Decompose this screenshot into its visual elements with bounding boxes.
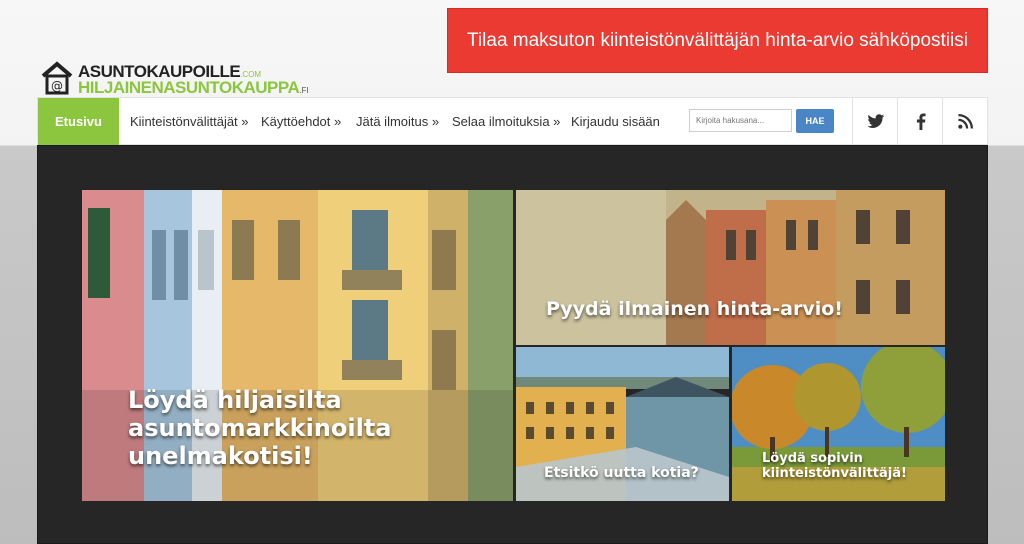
svg-text:@: @ bbox=[51, 79, 63, 93]
rss-icon bbox=[958, 114, 973, 129]
rss-link[interactable] bbox=[942, 98, 988, 145]
nav-item-terms[interactable]: Käyttöehdot » bbox=[261, 98, 341, 145]
search-button[interactable]: HAE bbox=[796, 109, 834, 133]
facebook-icon bbox=[916, 113, 926, 130]
logo-line2: HILJAINENASUNTOKAUPPA.FI bbox=[78, 78, 309, 97]
facebook-link[interactable] bbox=[897, 98, 943, 145]
search-input[interactable] bbox=[689, 109, 792, 132]
nav-item-browse-listings[interactable]: Selaa ilmoituksia » bbox=[452, 98, 560, 145]
buildings-sunset-image bbox=[516, 190, 945, 345]
tile-find-agent[interactable]: Löydä sopivin kiinteistönvälittäjä! bbox=[732, 347, 945, 501]
nav-item-login[interactable]: Kirjaudu sisään bbox=[571, 98, 660, 145]
tile-find-agent-caption: Löydä sopivin kiinteistönvälittäjä! bbox=[762, 451, 907, 481]
nav-item-home[interactable]: Etusivu bbox=[38, 98, 119, 145]
nav-item-post-listing[interactable]: Jätä ilmoitus » bbox=[356, 98, 439, 145]
site-header: @ ASUNTOKAUPOILLE.COM HILJAINENASUNTOKAU… bbox=[0, 0, 1024, 97]
tile-find-home[interactable]: Löydä hiljaisilta asuntomarkkinoilta une… bbox=[82, 190, 513, 501]
tile-price-estimate[interactable]: Pyydä ilmainen hinta-arvio! bbox=[516, 190, 945, 345]
tile-price-estimate-caption: Pyydä ilmainen hinta-arvio! bbox=[546, 298, 843, 320]
nav-item-agents[interactable]: Kiinteistönvälittäjät » bbox=[130, 98, 249, 145]
hero-slider: Löydä hiljaisilta asuntomarkkinoilta une… bbox=[37, 145, 988, 544]
site-logo[interactable]: @ ASUNTOKAUPOILLE.COM HILJAINENASUNTOKAU… bbox=[38, 60, 309, 97]
tile-new-home-caption: Etsitkö uutta kotia? bbox=[544, 465, 699, 481]
house-logo-icon: @ bbox=[41, 61, 73, 95]
main-navbar: Etusivu Kiinteistönvälittäjät » Käyttöeh… bbox=[37, 97, 988, 145]
tile-find-home-caption: Löydä hiljaisilta asuntomarkkinoilta une… bbox=[128, 386, 392, 470]
twitter-icon bbox=[866, 114, 884, 128]
twitter-link[interactable] bbox=[852, 98, 898, 145]
valuation-cta-button[interactable]: Tilaa maksuton kiinteistönvälittäjän hin… bbox=[447, 8, 988, 73]
tile-new-home[interactable]: Etsitkö uutta kotia? bbox=[516, 347, 729, 501]
